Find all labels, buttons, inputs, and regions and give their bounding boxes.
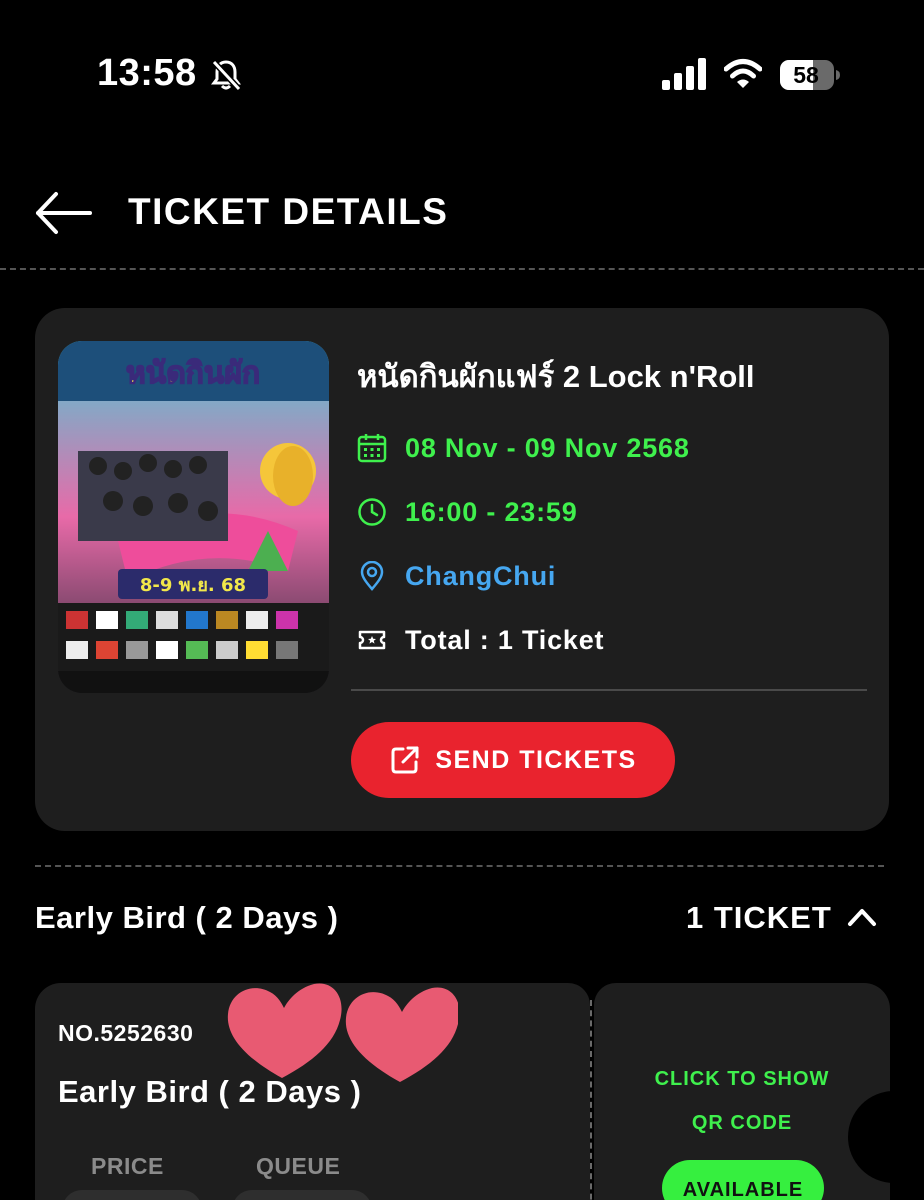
ticket-type-heading: Early Bird ( 2 Days ) bbox=[35, 900, 339, 935]
event-date: 08 Nov - 09 Nov 2568 bbox=[405, 432, 690, 463]
ticket-icon bbox=[358, 630, 386, 650]
ticket-perforation bbox=[590, 1000, 592, 1200]
bell-slash-icon bbox=[211, 59, 242, 92]
svg-text:8-9 พ.ย. 68: 8-9 พ.ย. 68 bbox=[140, 575, 246, 596]
battery-level: 58 bbox=[793, 62, 819, 88]
ticket-count[interactable]: 1 TICKET bbox=[686, 898, 832, 938]
wifi-icon bbox=[724, 59, 762, 88]
event-poster-image: หนัดกินผัก 8-9 พ.ย. 68 bbox=[58, 341, 329, 693]
header-divider bbox=[0, 268, 924, 270]
back-arrow-icon[interactable] bbox=[32, 190, 96, 236]
send-tickets-label: SEND TICKETS bbox=[435, 745, 637, 774]
clock-icon bbox=[358, 498, 386, 526]
event-total: Total : 1 Ticket bbox=[405, 624, 605, 655]
show-qr-label-1[interactable]: CLICK TO SHOW bbox=[594, 1068, 890, 1091]
cellular-signal-icon bbox=[662, 58, 706, 90]
price-label: PRICE bbox=[91, 1153, 164, 1179]
card-divider bbox=[351, 689, 867, 691]
price-value-pill bbox=[62, 1190, 202, 1200]
event-title: หนัดกินผักแฟร์ 2 Lock n'Roll bbox=[357, 359, 755, 394]
show-qr-label-2[interactable]: QR CODE bbox=[594, 1112, 890, 1135]
ticket-number: NO.5252630 bbox=[58, 1020, 194, 1046]
queue-value-pill bbox=[232, 1190, 372, 1200]
status-time: 13:58 bbox=[97, 52, 197, 94]
event-date-row: 08 Nov - 09 Nov 2568 bbox=[357, 430, 690, 466]
event-time: 16:00 - 23:59 bbox=[405, 496, 578, 527]
event-location[interactable]: ChangChui bbox=[405, 561, 556, 592]
location-pin-icon bbox=[360, 561, 384, 591]
calendar-icon bbox=[357, 434, 387, 463]
heart-sticker-icon bbox=[227, 983, 458, 1082]
event-location-row[interactable]: ChangChui bbox=[357, 558, 556, 594]
page-title: TICKET DETAILS bbox=[128, 191, 449, 232]
status-badge: AVAILABLE bbox=[662, 1160, 824, 1200]
chevron-up-icon[interactable] bbox=[846, 904, 878, 930]
event-time-row: 16:00 - 23:59 bbox=[357, 494, 578, 530]
status-bar: 13:58 58 bbox=[0, 0, 924, 150]
svg-text:หนัดกินผัก: หนัดกินผัก bbox=[126, 356, 260, 391]
send-tickets-button[interactable]: SEND TICKETS bbox=[351, 722, 675, 798]
section-divider bbox=[35, 865, 884, 867]
queue-label: QUEUE bbox=[256, 1153, 341, 1179]
event-total-row: Total : 1 Ticket bbox=[357, 622, 604, 658]
share-icon bbox=[391, 746, 419, 774]
